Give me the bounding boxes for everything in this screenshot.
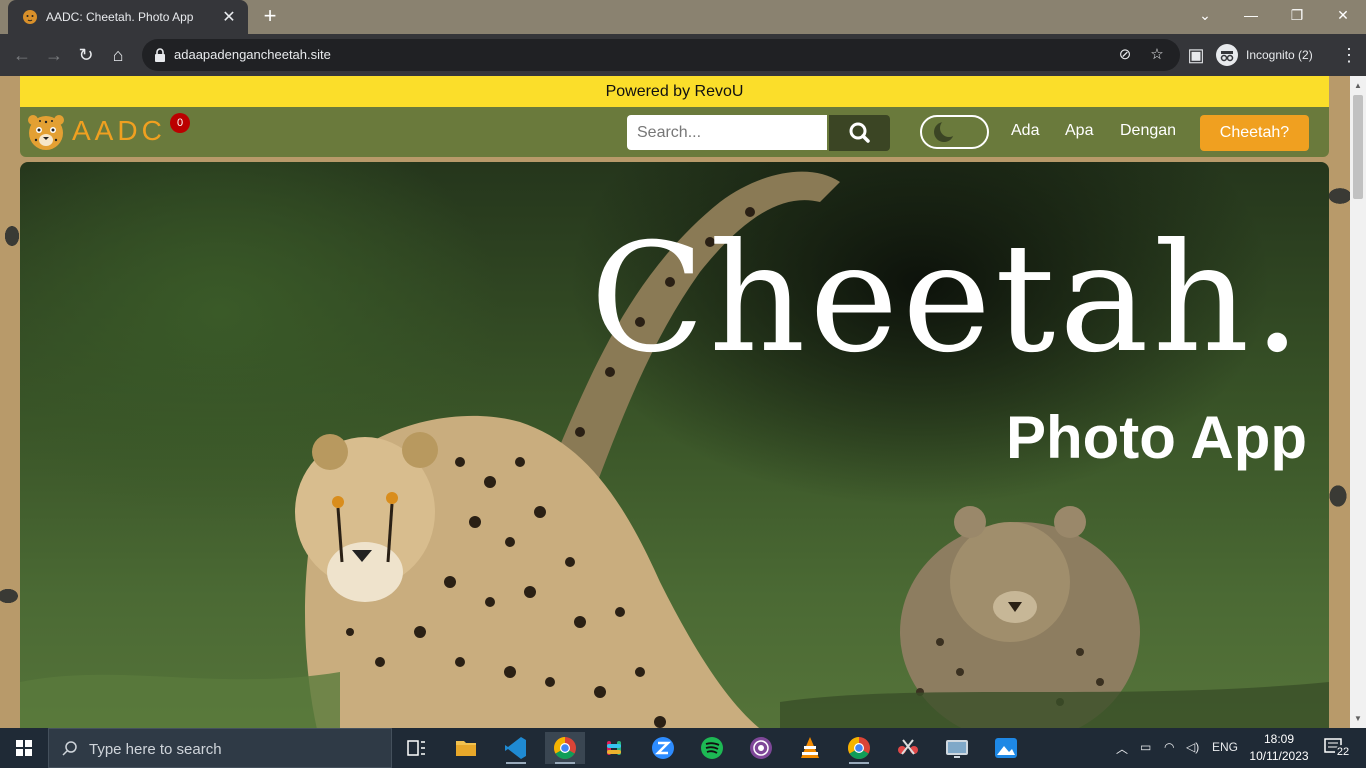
star-icon[interactable]: ☆ bbox=[1148, 46, 1166, 64]
url-text: adaapadengancheetah.site bbox=[174, 47, 331, 62]
home-icon[interactable]: ⌂ bbox=[106, 43, 130, 67]
incognito-button[interactable]: Incognito (2) bbox=[1216, 39, 1313, 71]
show-hidden-icons-icon[interactable]: ︿ bbox=[1116, 740, 1128, 757]
vlc-icon[interactable] bbox=[790, 732, 830, 764]
notifications-button[interactable]: 22 bbox=[1322, 736, 1351, 760]
windows-start-icon[interactable] bbox=[0, 728, 48, 768]
battery-icon[interactable]: ▭ bbox=[1140, 740, 1151, 754]
taskbar-search-box[interactable]: Type here to search bbox=[48, 728, 392, 768]
cheetah-logo-icon[interactable] bbox=[26, 112, 66, 152]
forward-icon[interactable]: → bbox=[42, 43, 66, 67]
tor-icon[interactable] bbox=[741, 732, 781, 764]
spotify-icon[interactable] bbox=[692, 732, 732, 764]
nav-link-ada[interactable]: Ada bbox=[1011, 122, 1039, 140]
hero-title: Cheetah. bbox=[590, 212, 1305, 386]
lock-icon bbox=[155, 48, 165, 62]
screen-icon[interactable] bbox=[937, 732, 977, 764]
new-tab-button[interactable]: + bbox=[258, 4, 282, 28]
back-icon[interactable]: ← bbox=[10, 43, 34, 67]
cheetah-favicon-icon bbox=[22, 9, 38, 25]
tab-close-icon[interactable]: ✕ bbox=[220, 7, 238, 27]
chrome-icon[interactable] bbox=[545, 732, 585, 764]
vscode-icon[interactable] bbox=[496, 732, 536, 764]
taskbar-clock[interactable]: 18:09 10/11/2023 bbox=[1244, 731, 1314, 765]
address-bar[interactable]: adaapadengancheetah.site ⊘ ☆ bbox=[142, 39, 1180, 71]
browser-toolbar: ← → ↻ ⌂ adaapadengancheetah.site ⊘ ☆ ▣ I… bbox=[0, 34, 1366, 76]
close-icon[interactable]: ✕ bbox=[1320, 0, 1366, 30]
site-navbar: AADC 0 Ada Apa Dengan Cheetah? bbox=[20, 107, 1329, 157]
scroll-thumb[interactable] bbox=[1353, 95, 1363, 199]
notification-count-badge: 22 bbox=[1335, 745, 1351, 759]
clock-date: 10/11/2023 bbox=[1249, 749, 1309, 763]
tab-title: AADC: Cheetah. Photo App bbox=[46, 10, 194, 24]
task-view-icon[interactable] bbox=[396, 732, 436, 764]
scroll-down-icon[interactable]: ▼ bbox=[1350, 711, 1366, 727]
browser-tab-strip: AADC: Cheetah. Photo App ✕ + ⌄ — ❐ ✕ bbox=[0, 0, 1366, 34]
nav-link-apa[interactable]: Apa bbox=[1065, 122, 1093, 140]
photos-icon[interactable] bbox=[986, 732, 1026, 764]
dark-mode-toggle[interactable] bbox=[920, 115, 989, 149]
chevron-down-icon[interactable]: ⌄ bbox=[1182, 0, 1228, 30]
zoom-icon[interactable] bbox=[643, 732, 683, 764]
moon-icon bbox=[934, 119, 958, 142]
snipping-icon[interactable] bbox=[888, 732, 928, 764]
side-panel-icon[interactable]: ▣ bbox=[1184, 43, 1208, 67]
reload-icon[interactable]: ↻ bbox=[74, 43, 98, 67]
incognito-label: Incognito (2) bbox=[1246, 48, 1313, 62]
incognito-icon bbox=[1216, 44, 1238, 66]
page-viewport: Powered by RevoU AADC 0 Ad bbox=[0, 76, 1350, 728]
minimize-icon[interactable]: — bbox=[1228, 0, 1274, 30]
eye-off-icon[interactable]: ⊘ bbox=[1116, 46, 1134, 64]
site-logo-text[interactable]: AADC bbox=[72, 115, 166, 147]
hero-section: Cheetah. Photo App bbox=[20, 162, 1329, 728]
site-search-input[interactable] bbox=[627, 115, 827, 150]
chrome-alt-icon[interactable] bbox=[839, 732, 879, 764]
cart-count-badge: 0 bbox=[170, 113, 190, 133]
slack-icon[interactable] bbox=[594, 732, 634, 764]
file-explorer-icon[interactable] bbox=[446, 732, 486, 764]
browser-tab[interactable]: AADC: Cheetah. Photo App ✕ bbox=[8, 0, 248, 34]
wifi-icon[interactable]: ◠ bbox=[1164, 740, 1174, 754]
hero-subtitle: Photo App bbox=[1005, 404, 1307, 471]
search-icon bbox=[849, 122, 870, 143]
powered-by-banner: Powered by RevoU bbox=[20, 76, 1329, 107]
windows-taskbar: Type here to search ︿ ▭ ◠ ◁) ENG 18:09 1… bbox=[0, 728, 1366, 768]
taskbar-search-text: Type here to search bbox=[89, 741, 222, 758]
language-indicator[interactable]: ENG bbox=[1212, 740, 1238, 754]
volume-icon[interactable]: ◁) bbox=[1186, 740, 1199, 754]
clock-time: 18:09 bbox=[1263, 732, 1295, 746]
nav-link-dengan[interactable]: Dengan bbox=[1120, 122, 1176, 140]
restore-icon[interactable]: ❐ bbox=[1274, 0, 1320, 30]
cheetah-cta-button[interactable]: Cheetah? bbox=[1200, 115, 1309, 151]
search-icon bbox=[62, 741, 77, 756]
menu-kebab-icon[interactable]: ⋮ bbox=[1340, 43, 1358, 67]
scroll-up-icon[interactable]: ▲ bbox=[1350, 78, 1366, 94]
search-button[interactable] bbox=[829, 115, 890, 151]
